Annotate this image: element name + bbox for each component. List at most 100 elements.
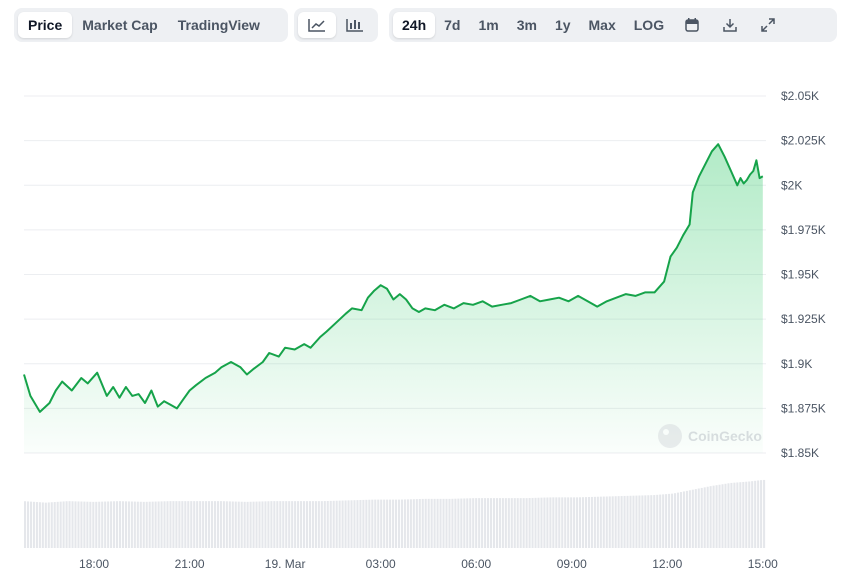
x-tick-label: 06:00 xyxy=(461,557,491,571)
volume-bar xyxy=(92,501,95,548)
volume-bar xyxy=(593,496,596,548)
volume-bar xyxy=(181,501,184,548)
volume-bar xyxy=(249,501,252,548)
volume-bar xyxy=(383,499,386,548)
volume-bar xyxy=(151,501,154,548)
volume-bar xyxy=(543,497,546,548)
volume-bar xyxy=(653,495,656,548)
volume-bar xyxy=(154,501,157,548)
volume-bar xyxy=(35,502,38,548)
volume-bar xyxy=(733,482,736,548)
volume-bar xyxy=(647,495,650,548)
volume-bar xyxy=(484,498,487,548)
volume-bar xyxy=(124,501,127,548)
volume-bar xyxy=(763,479,766,548)
volume-bar xyxy=(475,498,478,548)
volume-bar xyxy=(130,501,133,548)
volume-bar xyxy=(353,500,356,548)
volume-bar xyxy=(202,501,205,548)
volume-bar xyxy=(421,498,424,548)
volume-bar xyxy=(279,501,282,548)
volume-bar xyxy=(727,483,730,548)
x-tick-label: 19. Mar xyxy=(265,557,306,571)
volume-bar xyxy=(445,498,448,548)
volume-bar xyxy=(489,498,493,548)
volume-bar xyxy=(510,498,513,548)
volume-bar xyxy=(463,498,466,548)
volume-bar xyxy=(172,501,175,548)
volume-bar xyxy=(614,496,617,548)
volume-bar xyxy=(498,498,501,548)
y-tick-label: $2.025K xyxy=(781,134,826,148)
y-tick-label: $1.875K xyxy=(781,401,826,415)
x-axis-labels: 18:00 21:00 19. Mar 03:00 06:00 09:00 12:00 15:… xyxy=(79,557,778,571)
volume-bar xyxy=(110,501,113,548)
volume-bar xyxy=(739,482,742,548)
volume-bar xyxy=(516,498,519,548)
volume-bar xyxy=(169,501,172,548)
volume-bar xyxy=(608,496,611,548)
volume-bar xyxy=(136,501,139,548)
volume-bar xyxy=(332,500,335,548)
volume-bar xyxy=(495,498,498,548)
volume-bar xyxy=(121,501,125,548)
volume-bar xyxy=(196,501,199,548)
volume-bar xyxy=(323,501,326,548)
volume-bar xyxy=(472,498,475,548)
volume-bar xyxy=(326,500,329,548)
y-tick-label: $2K xyxy=(781,178,802,192)
volume-bar xyxy=(297,501,300,548)
volume-bar xyxy=(403,499,406,548)
volume-bar xyxy=(549,497,552,548)
y-tick-label: $1.95K xyxy=(781,268,819,282)
volume-bar xyxy=(522,498,525,548)
volume-bar xyxy=(53,502,56,548)
volume-bar xyxy=(107,501,110,548)
volume-bar xyxy=(199,501,202,548)
volume-bar xyxy=(427,498,430,548)
volume-bar xyxy=(276,501,279,548)
volume-bar xyxy=(451,498,454,548)
volume-bar xyxy=(555,497,558,548)
volume-bar xyxy=(282,501,285,548)
volume-bar xyxy=(611,496,614,548)
volume-bar xyxy=(487,498,490,548)
volume-bar xyxy=(300,501,303,548)
volume-bar xyxy=(142,501,145,548)
volume-bar xyxy=(101,501,104,548)
volume-bar xyxy=(240,501,243,548)
volume-bar xyxy=(71,501,74,548)
volume-bar xyxy=(32,501,35,548)
volume-bar xyxy=(697,488,700,548)
volume-bar xyxy=(208,501,211,548)
volume-bar xyxy=(273,501,276,548)
volume-bar xyxy=(703,487,706,548)
volume-bar xyxy=(344,500,347,548)
volume-bar xyxy=(338,500,341,548)
volume-bar xyxy=(65,501,68,548)
volume-bar xyxy=(56,501,59,548)
volume-bar xyxy=(448,498,451,548)
volume-bar xyxy=(320,501,323,548)
volume-bar xyxy=(95,501,98,548)
volume-bar xyxy=(531,497,534,548)
volume-bar xyxy=(270,501,273,548)
volume-bar xyxy=(587,497,590,548)
volume-bar xyxy=(400,499,404,548)
x-tick-label: 15:00 xyxy=(748,557,778,571)
volume-bar xyxy=(504,498,507,548)
volume-bar xyxy=(659,494,662,548)
volume-bar xyxy=(80,501,83,548)
volume-bar xyxy=(178,501,181,548)
volume-bar xyxy=(745,481,748,548)
volume-bar xyxy=(77,501,80,548)
volume-bar xyxy=(507,498,510,548)
volume-bar xyxy=(528,498,531,548)
y-tick-label: $1.925K xyxy=(781,312,826,326)
volume-bar xyxy=(216,501,219,548)
volume-bar xyxy=(365,499,368,548)
volume-bar xyxy=(682,491,685,548)
volume-bar xyxy=(184,501,187,548)
volume-bar xyxy=(139,501,142,548)
volume-bar xyxy=(50,502,53,548)
